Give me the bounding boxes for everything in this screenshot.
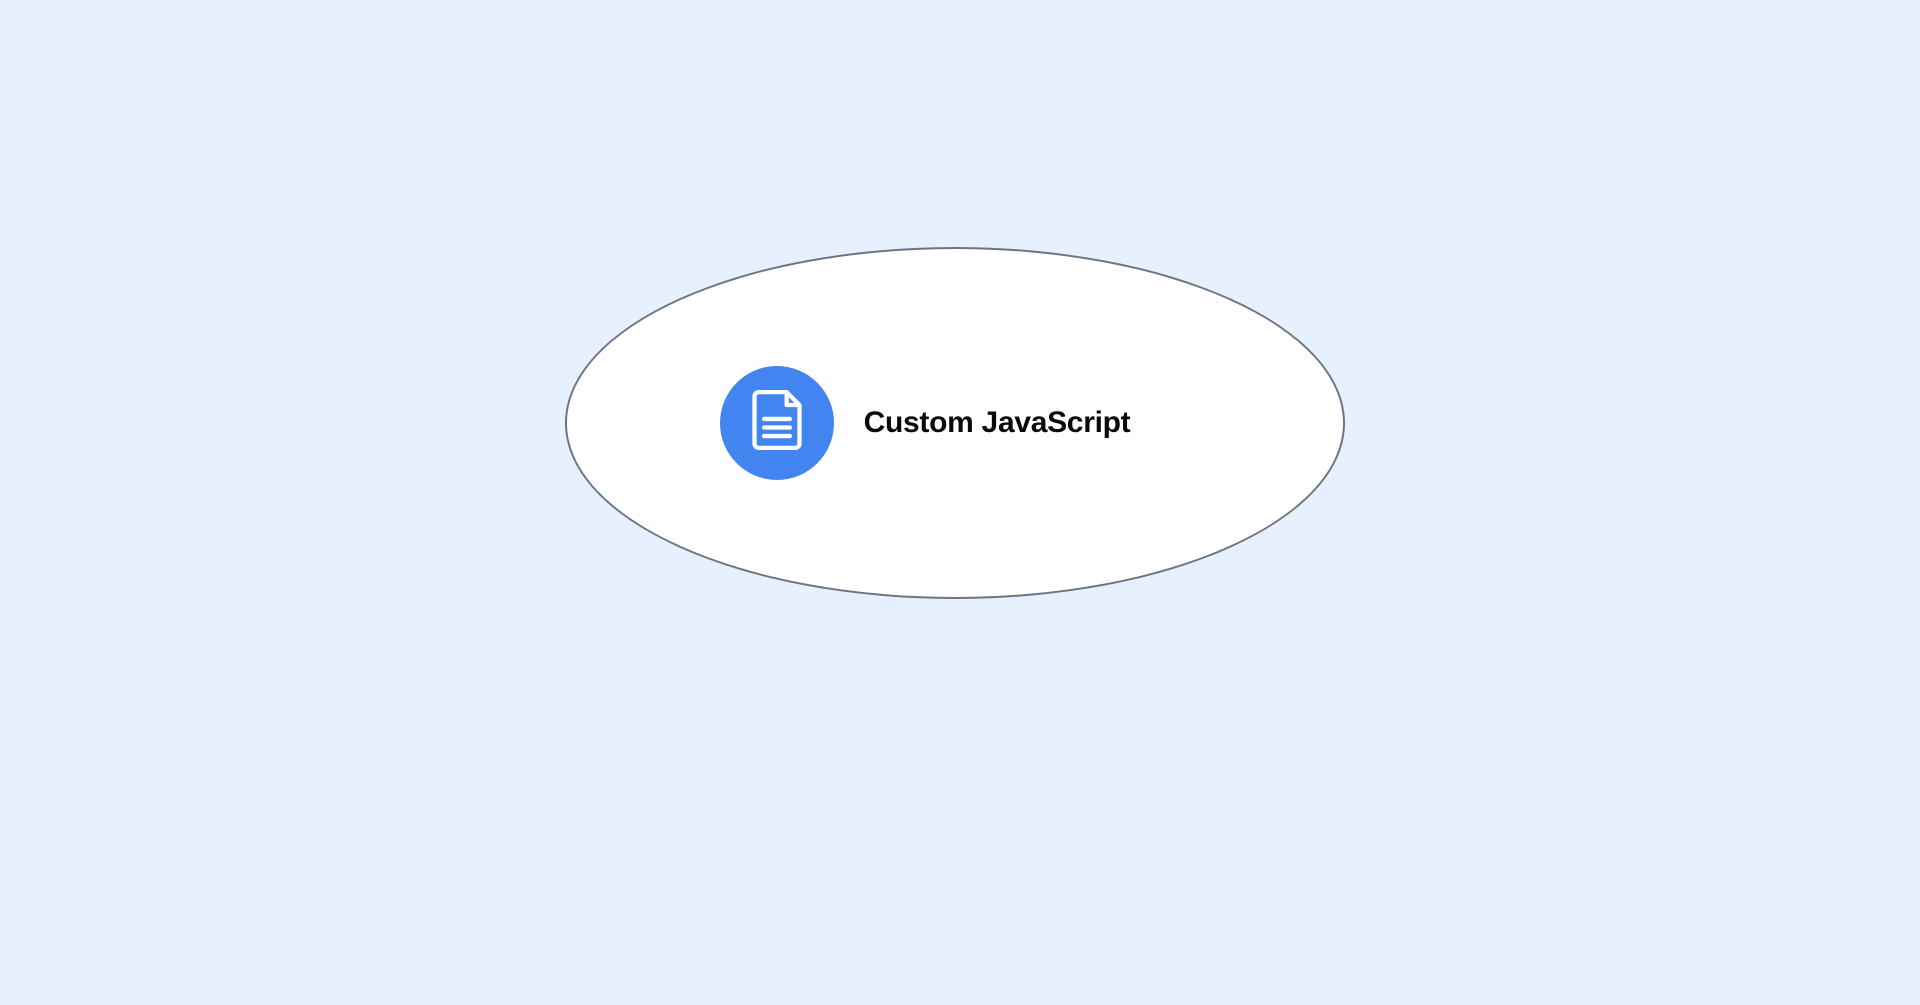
card-ellipse: Custom JavaScript bbox=[565, 247, 1345, 599]
card-label: Custom JavaScript bbox=[864, 406, 1131, 440]
icon-circle bbox=[720, 366, 834, 480]
document-icon bbox=[749, 390, 805, 455]
